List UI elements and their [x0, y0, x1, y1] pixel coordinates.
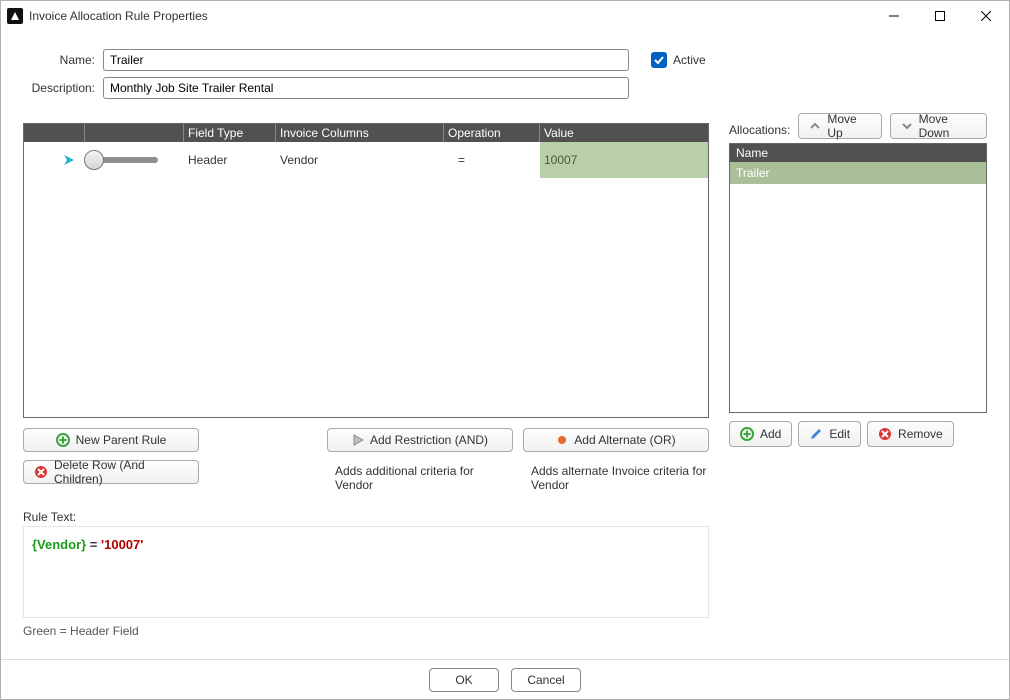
close-button[interactable] [963, 1, 1009, 31]
window-title: Invoice Allocation Rule Properties [29, 9, 208, 23]
record-icon [556, 434, 568, 446]
slider-thumb-icon [84, 150, 104, 170]
row-toggle-slider[interactable] [88, 157, 158, 163]
new-parent-rule-label: New Parent Rule [76, 433, 167, 447]
col-invoice-columns[interactable]: Invoice Columns [276, 124, 444, 142]
col-operation[interactable]: Operation [444, 124, 540, 142]
chevron-up-icon [809, 120, 821, 132]
delete-row-label: Delete Row (And Children) [54, 458, 188, 486]
name-input[interactable] [103, 49, 629, 71]
ok-button[interactable]: OK [429, 668, 499, 692]
cell-field-type: Header [188, 153, 227, 167]
move-down-button[interactable]: Move Down [890, 113, 987, 139]
allocation-row[interactable]: Trailer [730, 162, 986, 184]
maximize-button[interactable] [917, 1, 963, 31]
allocation-name: Trailer [736, 166, 770, 180]
rule-text-legend: Green = Header Field [23, 624, 709, 638]
description-input[interactable] [103, 77, 629, 99]
titlebar: Invoice Allocation Rule Properties [1, 1, 1009, 31]
alternate-hint: Adds alternate Invoice criteria for Vend… [523, 460, 709, 492]
dialog-footer: OK Cancel [1, 659, 1009, 699]
new-parent-rule-button[interactable]: New Parent Rule [23, 428, 199, 452]
col-value[interactable]: Value [540, 124, 708, 142]
window-controls [871, 1, 1009, 31]
delete-row-button[interactable]: Delete Row (And Children) [23, 460, 199, 484]
move-down-label: Move Down [919, 112, 976, 140]
description-label: Description: [23, 81, 103, 95]
remove-allocation-button[interactable]: Remove [867, 421, 954, 447]
active-label: Active [673, 53, 706, 67]
x-circle-icon [878, 427, 892, 441]
description-row: Description: [23, 77, 987, 99]
edit-allocation-label: Edit [829, 427, 850, 441]
minimize-button[interactable] [871, 1, 917, 31]
plus-circle-icon [740, 427, 754, 441]
chevron-down-icon [901, 120, 913, 132]
rule-text-label: Rule Text: [23, 510, 709, 524]
restriction-hint: Adds additional criteria for Vendor [327, 460, 513, 492]
edit-allocation-button[interactable]: Edit [798, 421, 861, 447]
cancel-button[interactable]: Cancel [511, 668, 581, 692]
cell-value: 10007 [544, 153, 577, 167]
cell-invoice-columns: Vendor [280, 153, 318, 167]
allocations-label: Allocations: [729, 123, 790, 139]
rules-grid[interactable]: Field Type Invoice Columns Operation Val… [23, 123, 709, 418]
add-alternate-label: Add Alternate (OR) [574, 433, 675, 447]
add-restriction-label: Add Restriction (AND) [370, 433, 488, 447]
remove-allocation-label: Remove [898, 427, 943, 441]
col-field-type[interactable]: Field Type [184, 124, 276, 142]
rule-text-field: {Vendor} [32, 537, 86, 552]
add-allocation-button[interactable]: Add [729, 421, 792, 447]
checkbox-checked-icon [651, 52, 667, 68]
play-icon [352, 434, 364, 446]
rule-text-eq: = [86, 537, 101, 552]
name-label: Name: [23, 53, 103, 67]
move-up-button[interactable]: Move Up [798, 113, 881, 139]
plus-circle-icon [56, 433, 70, 447]
active-checkbox[interactable]: Active [651, 52, 706, 68]
dialog-window: Invoice Allocation Rule Properties Name:… [0, 0, 1010, 700]
rule-text-value: '10007' [101, 537, 143, 552]
rules-grid-header: Field Type Invoice Columns Operation Val… [24, 124, 708, 142]
allocations-grid[interactable]: Name Trailer [729, 143, 987, 413]
name-row: Name: Active [23, 49, 987, 71]
add-allocation-label: Add [760, 427, 781, 441]
rule-text-box: {Vendor} = '10007' [23, 526, 709, 618]
cell-operation: = [458, 153, 465, 167]
add-alternate-button[interactable]: Add Alternate (OR) [523, 428, 709, 452]
x-circle-icon [34, 465, 48, 479]
rule-row[interactable]: Header Vendor = 10007 [24, 142, 708, 178]
add-restriction-button[interactable]: Add Restriction (AND) [327, 428, 513, 452]
move-up-label: Move Up [827, 112, 870, 140]
pencil-icon [809, 427, 823, 441]
current-row-indicator-icon [62, 153, 76, 167]
app-icon [7, 8, 23, 24]
allocations-header-name[interactable]: Name [730, 144, 986, 162]
